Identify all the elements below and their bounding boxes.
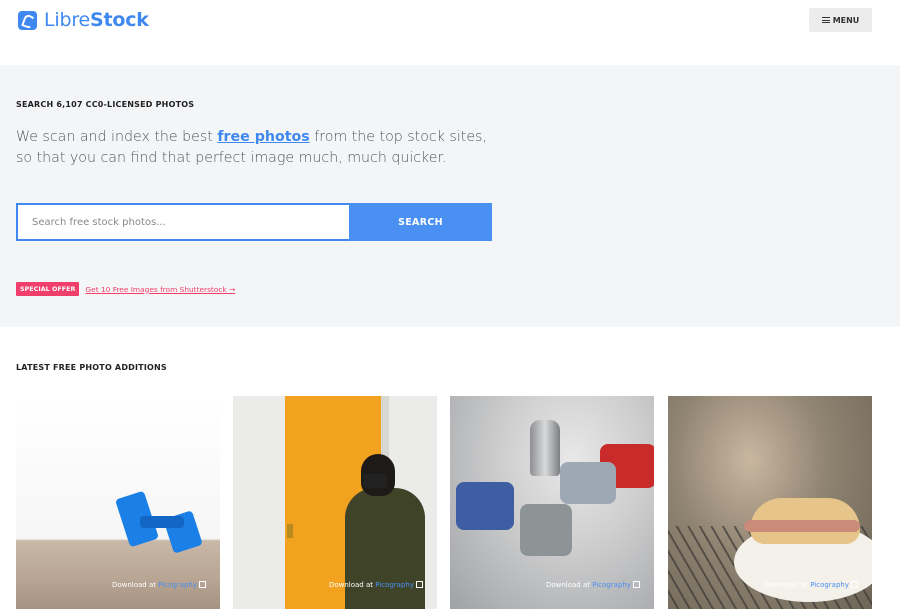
external-link-icon bbox=[416, 581, 423, 588]
site-header: LibreStock MENU bbox=[0, 0, 900, 65]
special-offer-badge: SPECIAL OFFER bbox=[16, 282, 80, 296]
photo-credit[interactable]: Download at Picography bbox=[112, 580, 206, 589]
menu-button[interactable]: MENU bbox=[809, 8, 872, 32]
shutterstock-offer-link[interactable]: Get 10 Free Images from Shutterstock → bbox=[85, 285, 235, 294]
external-link-icon bbox=[633, 581, 640, 588]
menu-label: MENU bbox=[832, 15, 860, 25]
latest-additions-heading: LATEST FREE PHOTO ADDITIONS bbox=[16, 363, 167, 372]
photo-card[interactable]: Download at Picography bbox=[233, 396, 437, 609]
photo-credit[interactable]: Download at Picography bbox=[546, 580, 640, 589]
photo-card[interactable]: Download at Picography bbox=[450, 396, 654, 609]
logo-text: LibreStock bbox=[44, 9, 149, 31]
photo-count-heading: SEARCH 6,107 CC0-LICENSED PHOTOS bbox=[16, 100, 195, 109]
search-form: SEARCH bbox=[16, 203, 492, 241]
photo-thread-spools[interactable] bbox=[450, 396, 654, 609]
free-photos-link[interactable]: free photos bbox=[217, 129, 309, 145]
photo-grid: Download at Picography Download at Picog… bbox=[16, 396, 873, 609]
search-input[interactable] bbox=[16, 203, 349, 241]
photo-card[interactable]: Download at Picography bbox=[668, 396, 872, 609]
photo-card[interactable]: Download at Picography bbox=[16, 396, 220, 609]
site-logo[interactable]: LibreStock bbox=[18, 9, 149, 31]
hero-section: SEARCH 6,107 CC0-LICENSED PHOTOS We scan… bbox=[0, 65, 900, 327]
hero-description: We scan and index the best free photos f… bbox=[16, 129, 487, 166]
photo-woman-camera[interactable] bbox=[233, 396, 437, 609]
external-link-icon bbox=[851, 581, 858, 588]
search-button[interactable]: SEARCH bbox=[349, 203, 492, 241]
photo-credit[interactable]: Download at Picography bbox=[329, 580, 423, 589]
photo-sandwich[interactable] bbox=[668, 396, 872, 609]
photo-credit[interactable]: Download at Picography bbox=[764, 580, 858, 589]
hamburger-icon bbox=[821, 17, 830, 23]
external-link-icon bbox=[199, 581, 206, 588]
special-offer: SPECIAL OFFER Get 10 Free Images from Sh… bbox=[16, 282, 235, 296]
logo-icon bbox=[18, 10, 37, 30]
photo-dumbbells[interactable] bbox=[16, 396, 220, 609]
